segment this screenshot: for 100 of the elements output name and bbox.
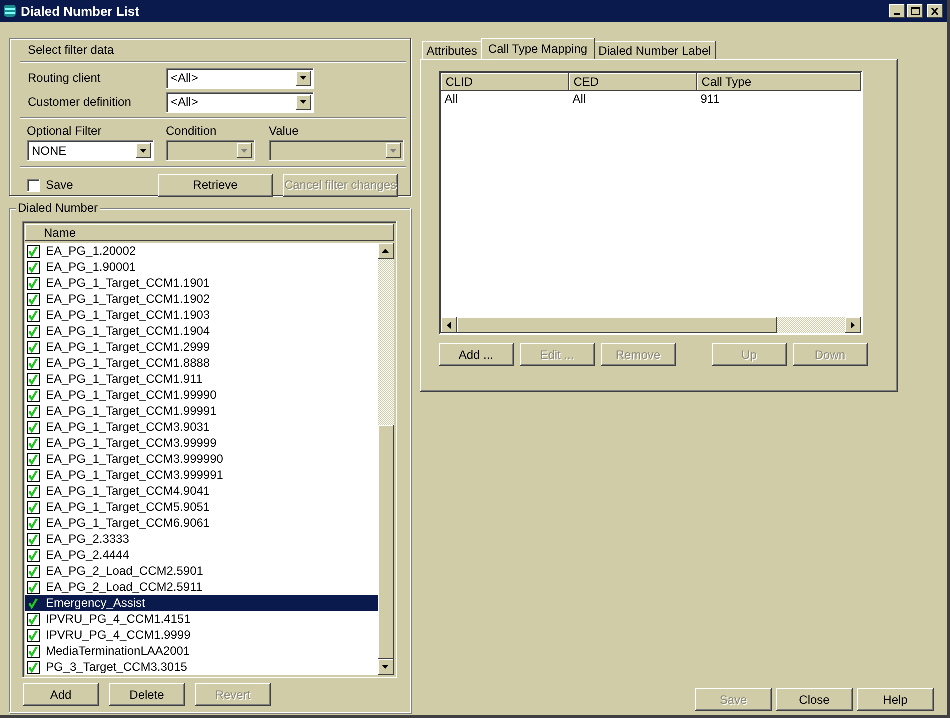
tab[interactable]: Attributes [422, 41, 482, 59]
column-header: Name [25, 224, 394, 241]
maximize-button[interactable] [907, 4, 923, 18]
list-item[interactable]: EA_PG_2.3333 [25, 531, 378, 547]
column-header[interactable]: CED [568, 73, 697, 91]
tab[interactable]: Call Type Mapping [481, 38, 595, 59]
column-header[interactable]: Call Type [696, 73, 861, 91]
group-label: Dialed Number [16, 201, 100, 215]
close-button[interactable] [927, 4, 943, 18]
horizontal-scrollbar[interactable] [440, 317, 861, 333]
section-heading: Select filter data [27, 42, 116, 59]
checkbox-icon[interactable] [27, 372, 40, 386]
checkbox-icon[interactable] [27, 324, 40, 338]
scroll-thumb[interactable] [456, 317, 777, 333]
checkbox-icon[interactable] [27, 580, 40, 594]
column-header[interactable]: CLID [440, 73, 569, 91]
list-item[interactable]: MediaTerminationLAA2001 [25, 643, 378, 659]
checkbox-icon[interactable] [27, 452, 40, 466]
list-item[interactable]: EA_PG_2.4444 [25, 547, 378, 563]
retrieve-button[interactable]: Retrieve [158, 174, 273, 196]
list-item[interactable]: EA_PG_1_Target_CCM1.1904 [25, 323, 378, 339]
list-item[interactable]: EA_PG_1_Target_CCM3.9031 [25, 419, 378, 435]
table-cell-text: 911 [700, 92, 721, 106]
checkbox-icon[interactable] [27, 388, 40, 402]
list-item[interactable]: EA_PG_1_Target_CCM1.1901 [25, 275, 378, 291]
checkbox-icon[interactable] [27, 244, 40, 258]
dropdown[interactable]: <All> [166, 92, 314, 112]
table-cell-text: All [572, 92, 588, 106]
minimize-button[interactable] [889, 4, 905, 18]
list-item[interactable]: EA_PG_1_Target_CCM1.1902 [25, 291, 378, 307]
list-item[interactable]: EA_PG_1_Target_CCM5.9051 [25, 499, 378, 515]
checkbox-icon[interactable] [27, 340, 40, 354]
list-item[interactable]: EA_PG_1_Target_CCM6.9061 [25, 515, 378, 531]
list-item[interactable]: EA_PG_1_Target_CCM1.1903 [25, 307, 378, 323]
tab[interactable]: Dialed Number Label [594, 41, 716, 59]
checkbox-icon[interactable] [27, 484, 40, 498]
close-icon [931, 8, 939, 14]
scroll-down-icon [381, 664, 390, 670]
scroll-thumb[interactable] [378, 425, 394, 659]
list-item[interactable]: EA_PG_1_Target_CCM3.999991 [25, 467, 378, 483]
list-item[interactable]: EA_PG_1.90001 [25, 259, 378, 275]
list-item[interactable]: EA_PG_1_Target_CCM1.2999 [25, 339, 378, 355]
list-item[interactable]: EA_PG_1_Target_CCM4.9041 [25, 483, 378, 499]
checkbox-icon[interactable] [27, 500, 40, 514]
checkbox[interactable] [27, 178, 40, 192]
checkbox-icon[interactable] [27, 612, 40, 626]
list-item[interactable]: EA_PG_1_Target_CCM3.999990 [25, 451, 378, 467]
maximize-icon [910, 7, 920, 15]
dropdown[interactable]: NONE [27, 140, 154, 161]
list-item[interactable]: EA_PG_2_Load_CCM2.5901 [25, 563, 378, 579]
checkbox-icon[interactable] [27, 644, 40, 658]
list-item[interactable]: Emergency_Assist [25, 595, 378, 611]
checkbox-icon[interactable] [27, 628, 40, 642]
field-label: Routing client [28, 71, 102, 85]
checkbox-icon[interactable] [27, 404, 40, 418]
checkbox-icon[interactable] [27, 548, 40, 562]
checkbox-icon[interactable] [27, 436, 40, 450]
field-label: Optional Filter [27, 124, 103, 138]
checkbox-icon[interactable] [27, 468, 40, 482]
scroll-left-icon [446, 320, 452, 330]
checkbox-icon[interactable] [27, 260, 40, 274]
list-item[interactable]: IPVRU_PG_4_CCM1.9999 [25, 627, 378, 643]
list-item[interactable]: IPVRU_PG_4_CCM1.4151 [25, 611, 378, 627]
app-icon [2, 3, 18, 19]
checkbox-icon[interactable] [27, 596, 40, 610]
checkbox-icon[interactable] [27, 292, 40, 306]
field-label: Value [269, 124, 300, 138]
list-item[interactable]: EA_PG_1_Target_CCM1.99991 [25, 403, 378, 419]
list-item[interactable]: PG_3_Target_CCM3.3015 [25, 659, 378, 675]
dropdown[interactable]: <All> [166, 68, 314, 88]
scroll-right-icon [850, 320, 856, 330]
dropdown-arrow-icon [389, 148, 398, 154]
checkbox-icon[interactable] [27, 308, 40, 322]
vertical-scrollbar[interactable] [378, 243, 394, 675]
checkbox-icon[interactable] [27, 276, 40, 290]
list-item[interactable]: EA_PG_1.20002 [25, 243, 378, 259]
list-item[interactable]: EA_PG_1_Target_CCM3.99999 [25, 435, 378, 451]
dropdown-arrow-icon [139, 148, 148, 154]
scroll-up-icon [381, 248, 390, 254]
table-cell-text: All [444, 92, 460, 106]
field-label: Condition [166, 124, 218, 138]
add-button[interactable]: Add ... [438, 343, 514, 366]
checkbox-icon[interactable] [27, 516, 40, 530]
checkbox-icon[interactable] [27, 420, 40, 434]
checkbox-icon[interactable] [27, 660, 40, 674]
add-button[interactable]: Add [23, 683, 99, 706]
dropdown-arrow-icon [240, 148, 249, 154]
checkbox-label: Save [46, 178, 74, 192]
checkbox-icon[interactable] [27, 356, 40, 370]
checkbox-icon[interactable] [27, 532, 40, 546]
list-item[interactable]: EA_PG_2_Load_CCM2.5911 [25, 579, 378, 595]
list-item[interactable]: EA_PG_1_Target_CCM1.911 [25, 371, 378, 387]
close-button[interactable]: Close [776, 688, 853, 711]
list-item[interactable]: EA_PG_1_Target_CCM1.99990 [25, 387, 378, 403]
help-button[interactable]: Help [857, 688, 934, 711]
dropdown-arrow-icon [299, 75, 308, 81]
list-item[interactable]: EA_PG_1_Target_CCM1.8888 [25, 355, 378, 371]
checkbox-icon[interactable] [27, 564, 40, 578]
delete-button[interactable]: Delete [109, 683, 185, 706]
dropdown-arrow-icon [299, 99, 308, 105]
